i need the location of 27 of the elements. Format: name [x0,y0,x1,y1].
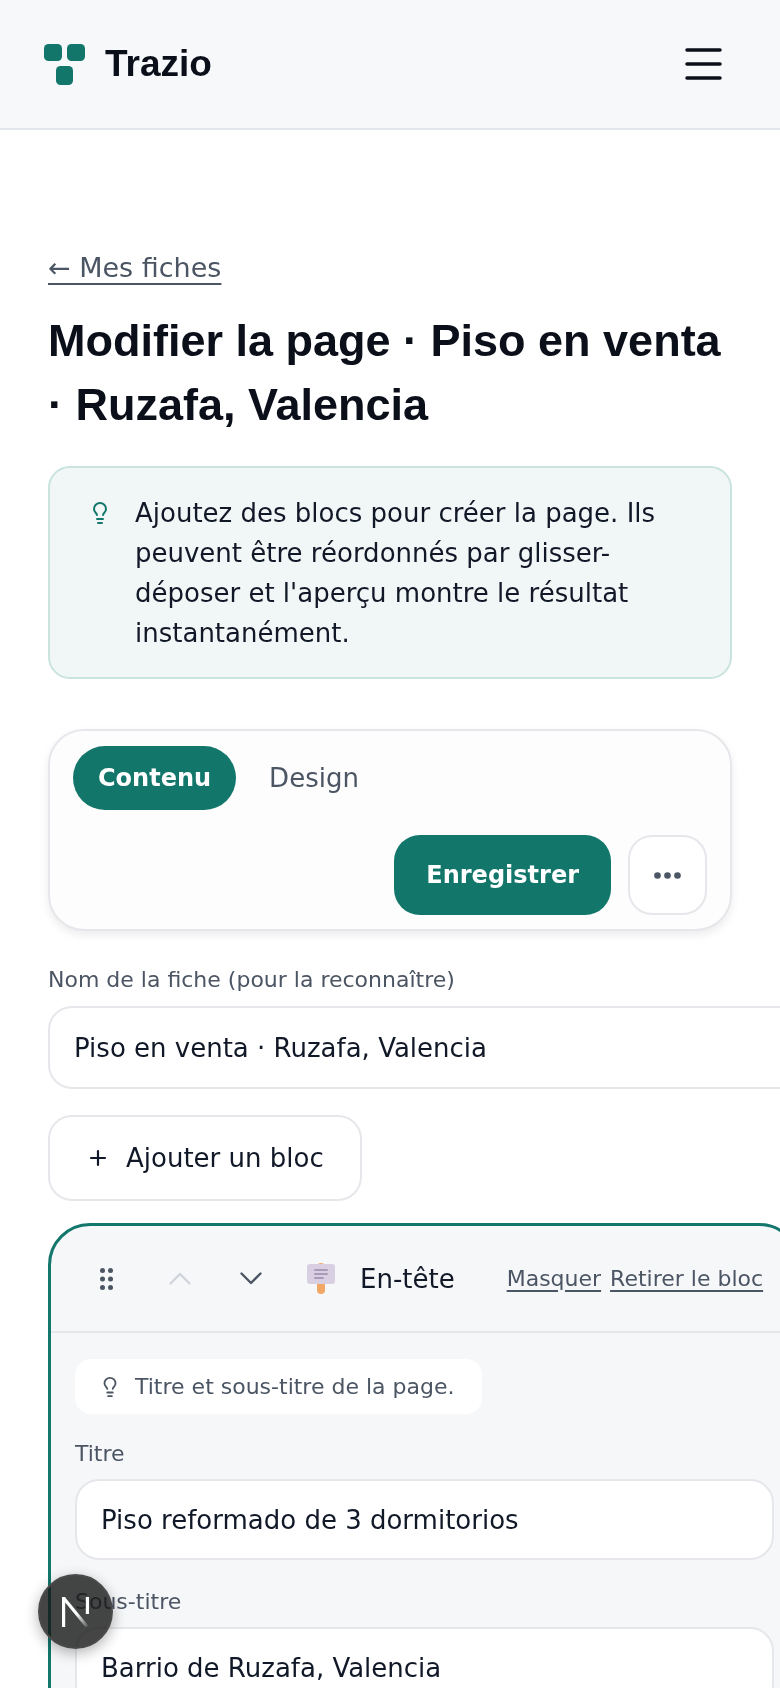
text-input[interactable]: Barrio de Ruzafa, Valencia [75,1627,774,1688]
page-title: Modifier la page · Piso en venta · Ruzafa, Valencia [48,314,722,432]
tab[interactable]: Contenu [73,746,237,810]
field-label: Titre [75,1440,125,1468]
move-down-button[interactable] [240,1272,262,1285]
chevron-up-icon [169,1272,191,1285]
remove-block-link[interactable]: Retirer le bloc [610,1263,764,1294]
add-block-button[interactable]: Ajouter un bloc [48,1115,362,1201]
field-label: Nom de la fiche (pour la reconnaître) [48,966,455,994]
menu-icon [685,48,722,80]
logo-icon [44,43,85,85]
sign-icon [307,1262,335,1295]
name-input[interactable]: Piso en venta · Ruzafa, Valencia [48,1006,780,1089]
tab[interactable]: Design [244,746,384,810]
save-button[interactable]: Enregistrer [394,835,611,915]
more-icon [654,871,681,879]
menu-button[interactable] [685,48,722,80]
drag-handle[interactable] [100,1267,113,1290]
chevron-down-icon [240,1272,262,1285]
text-input[interactable]: Piso reformado de 3 dormitorios [75,1479,774,1560]
hide-link[interactable]: Masquer [506,1263,602,1294]
block-title: En-tête [360,1262,455,1296]
drag-handle-icon [100,1267,113,1290]
brand-name: Trazio [105,42,212,86]
back-link[interactable]: ← Mes fiches [48,250,222,286]
hint-text: Titre et sous-titre de la page. [135,1372,455,1401]
info-text: Ajoutez des blocs pour créer la page. Ils peuvent être réordonnés par glisser-déposer et l'aperçu montre le résultat instantanément. [135,497,657,650]
